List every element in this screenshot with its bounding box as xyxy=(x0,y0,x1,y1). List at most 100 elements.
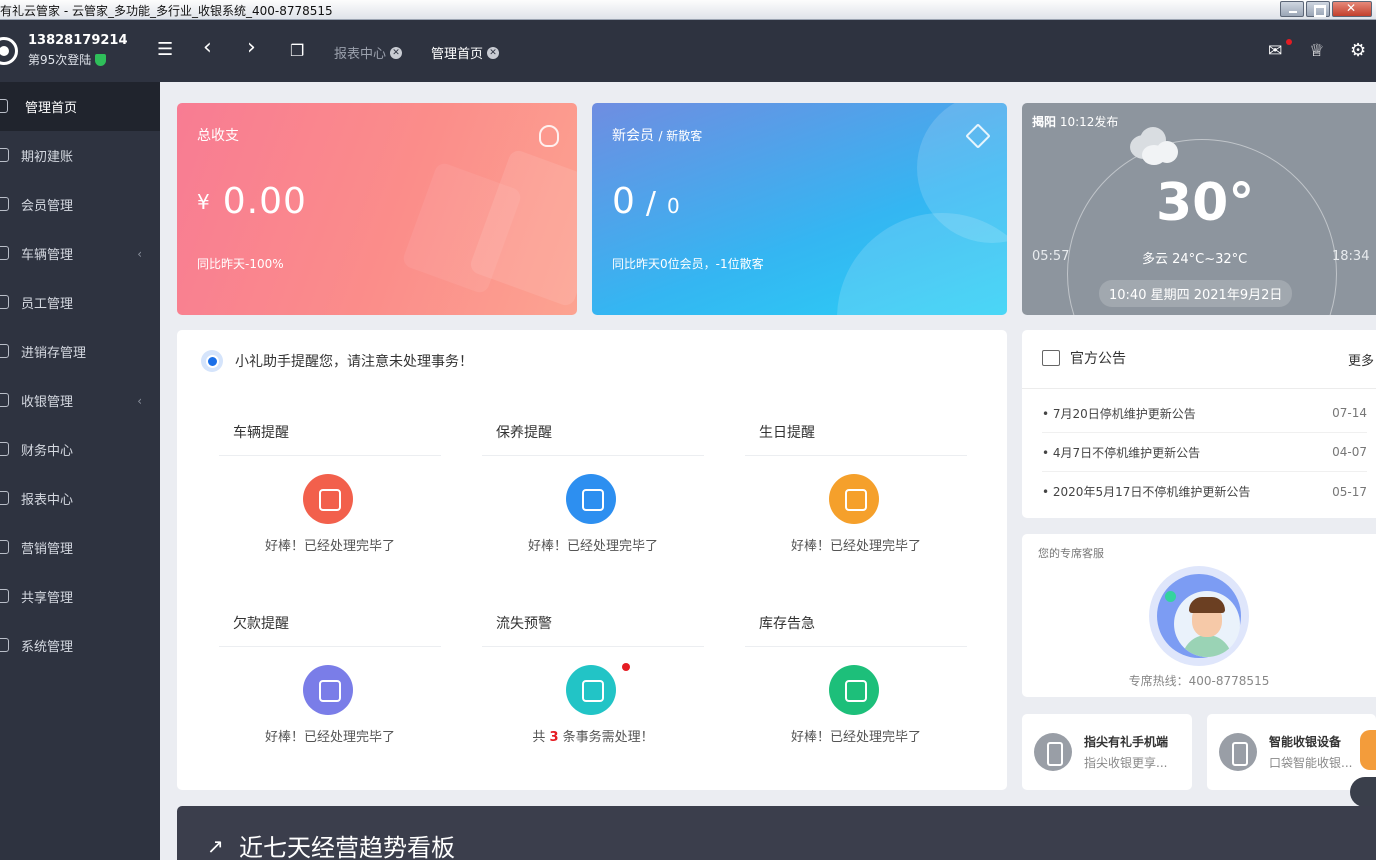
status-prefix: 共 xyxy=(532,730,546,745)
weather-desc: 多云 24°C~32°C xyxy=(1142,252,1248,267)
skin-shirt-icon[interactable]: ♕ xyxy=(1309,41,1324,61)
reminder-vehicle[interactable]: 车辆提醒 好棒！已经处理完毕了 xyxy=(219,422,441,582)
back-icon[interactable]: ‹ xyxy=(203,35,212,60)
notice-item[interactable]: • 2020年5月17日不停机维护更新公告 05-17 xyxy=(1042,472,1367,511)
close-window-button[interactable] xyxy=(1332,1,1372,17)
minimize-button[interactable] xyxy=(1280,1,1304,17)
forward-icon[interactable]: › xyxy=(247,35,256,60)
warehouse-icon xyxy=(829,665,879,715)
sidebar-item-reports[interactable]: 报表中心 xyxy=(0,474,160,523)
trend-board: ↗ 近七天经营趋势看板 xyxy=(177,806,1376,860)
sidebar-item-members[interactable]: 会员管理 xyxy=(0,180,160,229)
pending-count: 3 xyxy=(549,730,559,745)
sidebar-item-label: 财务中心 xyxy=(21,444,74,459)
promo-mobile[interactable]: 指尖有礼手机端 指尖收银更享... xyxy=(1022,714,1192,790)
oil-can-icon xyxy=(566,474,616,524)
reminder-title: 欠款提醒 xyxy=(233,616,289,632)
sidebar-item-opening[interactable]: 期初建账 xyxy=(0,131,160,180)
sidebar-item-marketing[interactable]: 营销管理 xyxy=(0,523,160,572)
promo-title: 智能收银设备 xyxy=(1269,735,1342,749)
reminder-birthday[interactable]: 生日提醒 好棒！已经处理完毕了 xyxy=(745,422,967,582)
revenue-card[interactable]: 总收支 ¥0.00 同比昨天-100% xyxy=(177,103,577,315)
sidebar-item-label: 报表中心 xyxy=(21,493,74,508)
tab-close-icon[interactable]: ✕ xyxy=(487,46,500,59)
status-suffix: 条事务需处理！ xyxy=(562,730,654,745)
promo-device[interactable]: 智能收银设备 口袋智能收银... xyxy=(1207,714,1376,790)
service-avatar[interactable] xyxy=(1149,566,1249,666)
reminder-status: 好棒！已经处理完毕了 xyxy=(790,539,921,554)
reminders-header-text: 小礼助手提醒您，请注意未处理事务！ xyxy=(235,354,473,370)
notice-text: • 7月20日停机维护更新公告 xyxy=(1042,406,1196,421)
speaker-icon xyxy=(1042,350,1060,366)
sidebar-item-home[interactable]: 管理首页 xyxy=(0,82,160,131)
notice-item[interactable]: • 7月20日停机维护更新公告 07-14 xyxy=(1042,394,1367,433)
sidebar-item-vehicles[interactable]: 车辆管理 ‹ xyxy=(0,229,160,278)
window-controls xyxy=(1280,1,1372,17)
tab-close-icon[interactable]: ✕ xyxy=(390,46,403,59)
chevron-left-icon: ‹ xyxy=(137,246,142,261)
sidebar-item-system[interactable]: 系统管理 xyxy=(0,621,160,670)
cake-icon xyxy=(829,474,879,524)
service-hotline: 专席热线：400-8778515 xyxy=(1128,674,1270,688)
members-title-sub: / 新散客 xyxy=(658,129,703,143)
members-compare: 同比昨天0位会员，-1位散客 xyxy=(612,257,764,271)
marketing-icon xyxy=(0,540,9,554)
tab-label: 报表中心 xyxy=(334,47,387,62)
notice-title: 官方公告 xyxy=(1070,351,1126,367)
settings-gear-icon[interactable]: ⚙ xyxy=(1350,40,1366,61)
online-dot xyxy=(1165,591,1176,602)
staff-icon xyxy=(0,295,9,309)
sidebar-item-sharing[interactable]: 共享管理 xyxy=(0,572,160,621)
tab-report-center[interactable]: 报表中心 ✕ xyxy=(334,43,403,62)
sidebar-item-finance[interactable]: 财务中心 xyxy=(0,425,160,474)
reminder-stock[interactable]: 库存告急 好棒！已经处理完毕了 xyxy=(745,613,967,773)
reminder-status: 好棒！已经处理完毕了 xyxy=(264,730,395,745)
members-title-main: 新会员 xyxy=(612,128,654,144)
sidebar-item-label: 期初建账 xyxy=(21,150,74,165)
trend-line-icon: ↗ xyxy=(207,834,224,858)
reminder-title: 车辆提醒 xyxy=(233,425,289,441)
sidebar-item-label: 系统管理 xyxy=(21,640,74,655)
divider xyxy=(219,646,441,647)
sidebar-item-label: 员工管理 xyxy=(21,297,74,312)
sidebar-item-staff[interactable]: 员工管理 xyxy=(0,278,160,327)
tab-home[interactable]: 管理首页 ✕ xyxy=(431,43,500,62)
floating-helper-icon[interactable] xyxy=(1360,730,1376,770)
reminder-title: 库存告急 xyxy=(759,616,815,632)
trend-title: 近七天经营趋势看板 xyxy=(239,834,455,860)
shield-icon xyxy=(95,53,107,66)
notice-text: • 2020年5月17日不停机维护更新公告 xyxy=(1042,485,1251,499)
notice-panel: 官方公告 更多 • 7月20日停机维护更新公告 07-14 • 4月7日不停机维护… xyxy=(1022,330,1376,518)
reminder-title: 生日提醒 xyxy=(759,425,815,441)
members-card[interactable]: 新会员 / 新散客 0 / 0 同比昨天0位会员，-1位散客 xyxy=(592,103,1007,315)
weather-card: 揭阳 10:12发布 30° 多云 24°C~32°C 05:57 18:34 … xyxy=(1022,103,1376,315)
divider xyxy=(219,455,441,456)
promo-title: 指尖有礼手机端 xyxy=(1084,735,1169,749)
reminder-churn[interactable]: 流失预警 共 3 条事务需处理！ xyxy=(482,613,704,773)
copy-window-icon[interactable]: ❐ xyxy=(290,41,304,60)
menu-toggle-icon[interactable]: ☰ xyxy=(157,39,173,60)
reminder-title: 保养提醒 xyxy=(496,425,552,441)
reminder-maintenance[interactable]: 保养提醒 好棒！已经处理完毕了 xyxy=(482,422,704,582)
divider xyxy=(482,646,704,647)
login-count: 第95次登陆 xyxy=(28,51,107,68)
mail-icon[interactable]: ✉ xyxy=(1268,41,1282,61)
promo-desc: 指尖收银更享... xyxy=(1084,756,1168,770)
notice-item[interactable]: • 4月7日不停机维护更新公告 04-07 xyxy=(1042,433,1367,472)
alert-dot xyxy=(622,663,630,671)
tab-label: 管理首页 xyxy=(431,47,484,62)
float-tool-button[interactable] xyxy=(1350,777,1376,807)
avatar-logo-icon[interactable] xyxy=(0,37,18,65)
promo-text: 指尖有礼手机端 指尖收银更享... xyxy=(1084,733,1168,771)
window-titlebar: 有礼云管家 - 云管家_多功能_多行业_收银系统_400-8778515 xyxy=(0,0,1376,20)
money-bag-icon xyxy=(539,125,559,147)
car-icon xyxy=(0,246,9,260)
notice-more-link[interactable]: 更多 xyxy=(1348,350,1374,369)
current-datetime: 10:40 星期四 2021年9月2日 xyxy=(1099,280,1293,307)
maximize-button[interactable] xyxy=(1306,1,1330,17)
members-value: 0 / 0 xyxy=(612,181,681,222)
sidebar-item-cashier[interactable]: 收银管理 ‹ xyxy=(0,376,160,425)
sidebar-item-inventory[interactable]: 进销存管理 xyxy=(0,327,160,376)
reminder-debt[interactable]: 欠款提醒 好棒！已经处理完毕了 xyxy=(219,613,441,773)
sidebar-item-label: 共享管理 xyxy=(21,591,74,606)
